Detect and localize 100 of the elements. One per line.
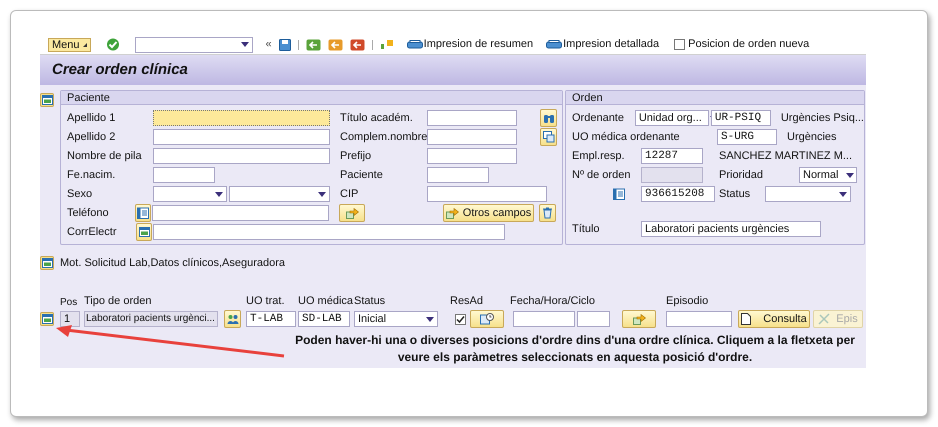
checkbox-label: Posicion de orden nueva: [688, 37, 810, 52]
input-field[interactable]: [577, 311, 610, 327]
sections-link[interactable]: Mot. Solicitud Lab,Datos clínicos,Aseguradora: [60, 254, 286, 272]
print-button[interactable]: Impresion de resumen: [406, 36, 534, 53]
input-field[interactable]: T-LAB: [246, 311, 296, 327]
field-label: Nombre de pila: [67, 148, 143, 164]
binoculars-icon: [542, 112, 554, 124]
trash-icon: [542, 207, 553, 219]
column-header: Pos: [60, 296, 78, 310]
expand-button[interactable]: [40, 93, 54, 107]
dropdown[interactable]: [153, 186, 227, 202]
dropdown[interactable]: [229, 186, 330, 202]
dropdown[interactable]: Inicial: [354, 311, 438, 327]
input-field[interactable]: 12287: [641, 148, 703, 164]
layout-icon[interactable]: [380, 40, 394, 49]
input-field[interactable]: [427, 148, 517, 164]
dropdown[interactable]: [765, 186, 851, 202]
input-field[interactable]: [427, 186, 547, 202]
other-fields-button[interactable]: Otros campos: [443, 204, 534, 222]
arrow-right-icon: [346, 208, 358, 218]
input-field[interactable]: [666, 311, 732, 327]
input-field[interactable]: Laboratori pacients urgènci...: [84, 311, 218, 327]
arrow-right-icon: [446, 208, 459, 218]
dropdown[interactable]: Unidad org...: [634, 110, 709, 126]
input-field[interactable]: 1: [60, 311, 80, 327]
search-button[interactable]: [540, 109, 557, 127]
column-header: Fecha/Hora/Ciclo: [510, 294, 596, 309]
input-field[interactable]: [513, 311, 575, 327]
input-field[interactable]: [427, 129, 517, 145]
window-icon: [42, 314, 52, 324]
input-field[interactable]: [153, 224, 505, 240]
input-field[interactable]: Laboratori pacients urgències: [641, 221, 821, 237]
field-label: SANCHEZ MARTINEZ M...: [719, 148, 852, 164]
phone-button[interactable]: [135, 204, 151, 222]
input-field[interactable]: SD-LAB: [298, 311, 350, 327]
field-label: Apellido 1: [67, 110, 116, 126]
field-label: Urgències: [787, 130, 837, 145]
caret-icon: [839, 192, 847, 196]
phone-icon: [137, 207, 150, 219]
exit-icon[interactable]: [328, 38, 343, 50]
expand-button[interactable]: [40, 312, 54, 326]
input-field[interactable]: [152, 205, 329, 221]
annotation-text: Poden haver-hi una o diverses posicions d'ordre dins d'una ordre clínica. Cliquem a la fletxeta per veure els paràmetres seleccionats en aquesta posició d'ordre.: [295, 332, 855, 366]
nav-button[interactable]: «: [266, 36, 272, 53]
corner-icon: [82, 42, 87, 46]
column-header: ResAd: [450, 294, 484, 309]
person-button[interactable]: [224, 310, 241, 328]
copy-button[interactable]: [540, 128, 557, 146]
delete-button[interactable]: [539, 204, 556, 222]
page-title: Crear orden clínica: [52, 60, 188, 80]
transfer-button[interactable]: [622, 310, 656, 328]
field-label: CIP: [340, 186, 360, 202]
input-field[interactable]: UR-PSIQ: [710, 110, 771, 126]
caret-icon: [215, 192, 223, 196]
field-label: Paciente: [340, 168, 384, 183]
window-icon: [42, 95, 52, 105]
window-icon: [42, 258, 52, 268]
field-label: Ordenante: [572, 110, 625, 126]
input-field[interactable]: 936615208: [641, 186, 715, 202]
checkbox[interactable]: [455, 314, 466, 324]
dropdown[interactable]: [134, 36, 253, 52]
expand-button[interactable]: [40, 256, 54, 270]
field-label: CorrElectr: [67, 224, 118, 240]
input-field[interactable]: [153, 148, 330, 164]
field-label: Urgències Psiq...: [780, 110, 864, 126]
field-label: Apellido 2: [67, 130, 116, 145]
field-label: Prioridad: [719, 168, 764, 183]
caret-icon: [846, 172, 854, 178]
field-label: Teléfono: [67, 206, 110, 221]
clock-window-icon: [480, 313, 494, 325]
field-label: Complem.nombre: [340, 130, 427, 145]
print-button[interactable]: Impresion detallada: [546, 36, 660, 53]
input-field[interactable]: [427, 167, 489, 183]
copy-icon: [542, 131, 554, 143]
input-field[interactable]: [153, 167, 215, 183]
back-icon[interactable]: [306, 38, 321, 50]
input-field[interactable]: [153, 110, 330, 126]
field-label: Empl.resp.: [572, 148, 626, 164]
input-field[interactable]: S-URG: [717, 129, 777, 145]
schedule-button[interactable]: [470, 310, 504, 328]
transfer-button[interactable]: [339, 204, 365, 222]
save-icon[interactable]: [278, 38, 291, 50]
dropdown[interactable]: Normal: [799, 167, 857, 183]
arrow-right-icon: [632, 314, 646, 324]
checkbox[interactable]: [674, 39, 686, 50]
field-label: Status: [719, 186, 752, 202]
field-label: UO médica ordenante: [572, 130, 681, 145]
check-icon[interactable]: [106, 38, 120, 51]
input-field[interactable]: [427, 110, 517, 126]
cancel-icon[interactable]: [350, 38, 365, 50]
column-header: Tipo de orden: [84, 294, 152, 309]
column-header: Status: [354, 294, 386, 309]
menu-button[interactable]: Menu: [48, 38, 91, 52]
email-button[interactable]: [136, 223, 152, 241]
field-label: Título académ.: [340, 110, 414, 126]
input-field[interactable]: [153, 129, 330, 145]
group-title: Orden: [566, 91, 864, 105]
group-title: Paciente: [61, 91, 562, 105]
consult-button[interactable]: Consulta: [738, 310, 810, 328]
phone-icon: [613, 188, 625, 200]
